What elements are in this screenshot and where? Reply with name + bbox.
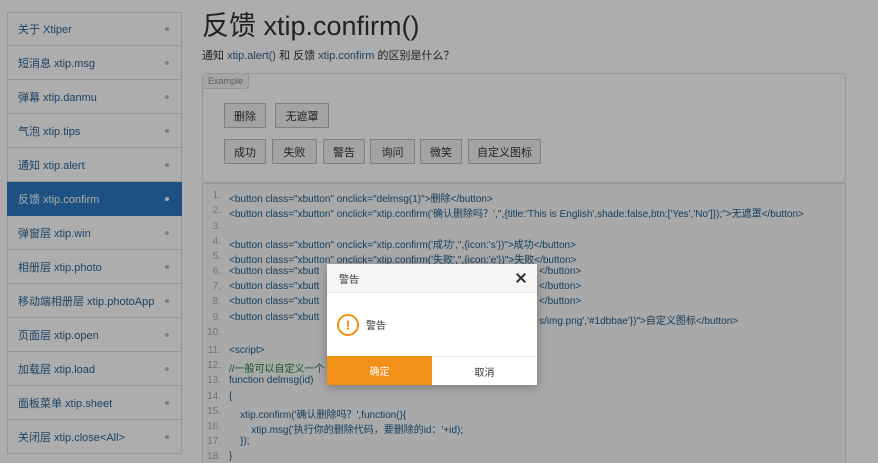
dialog-title: 警告: [339, 274, 359, 286]
cancel-button[interactable]: 取消: [432, 356, 537, 385]
dialog-buttons: 确定 取消: [327, 356, 537, 385]
warning-icon: !: [337, 313, 359, 336]
modal-overlay: [0, 0, 878, 463]
close-icon[interactable]: [515, 272, 527, 284]
dialog-header: 警告: [327, 264, 537, 293]
ok-button[interactable]: 确定: [327, 356, 432, 385]
dialog-body: ! 警告: [327, 293, 537, 356]
confirm-dialog: 警告 ! 警告 确定 取消: [327, 264, 537, 385]
dialog-message: 警告: [366, 321, 386, 332]
